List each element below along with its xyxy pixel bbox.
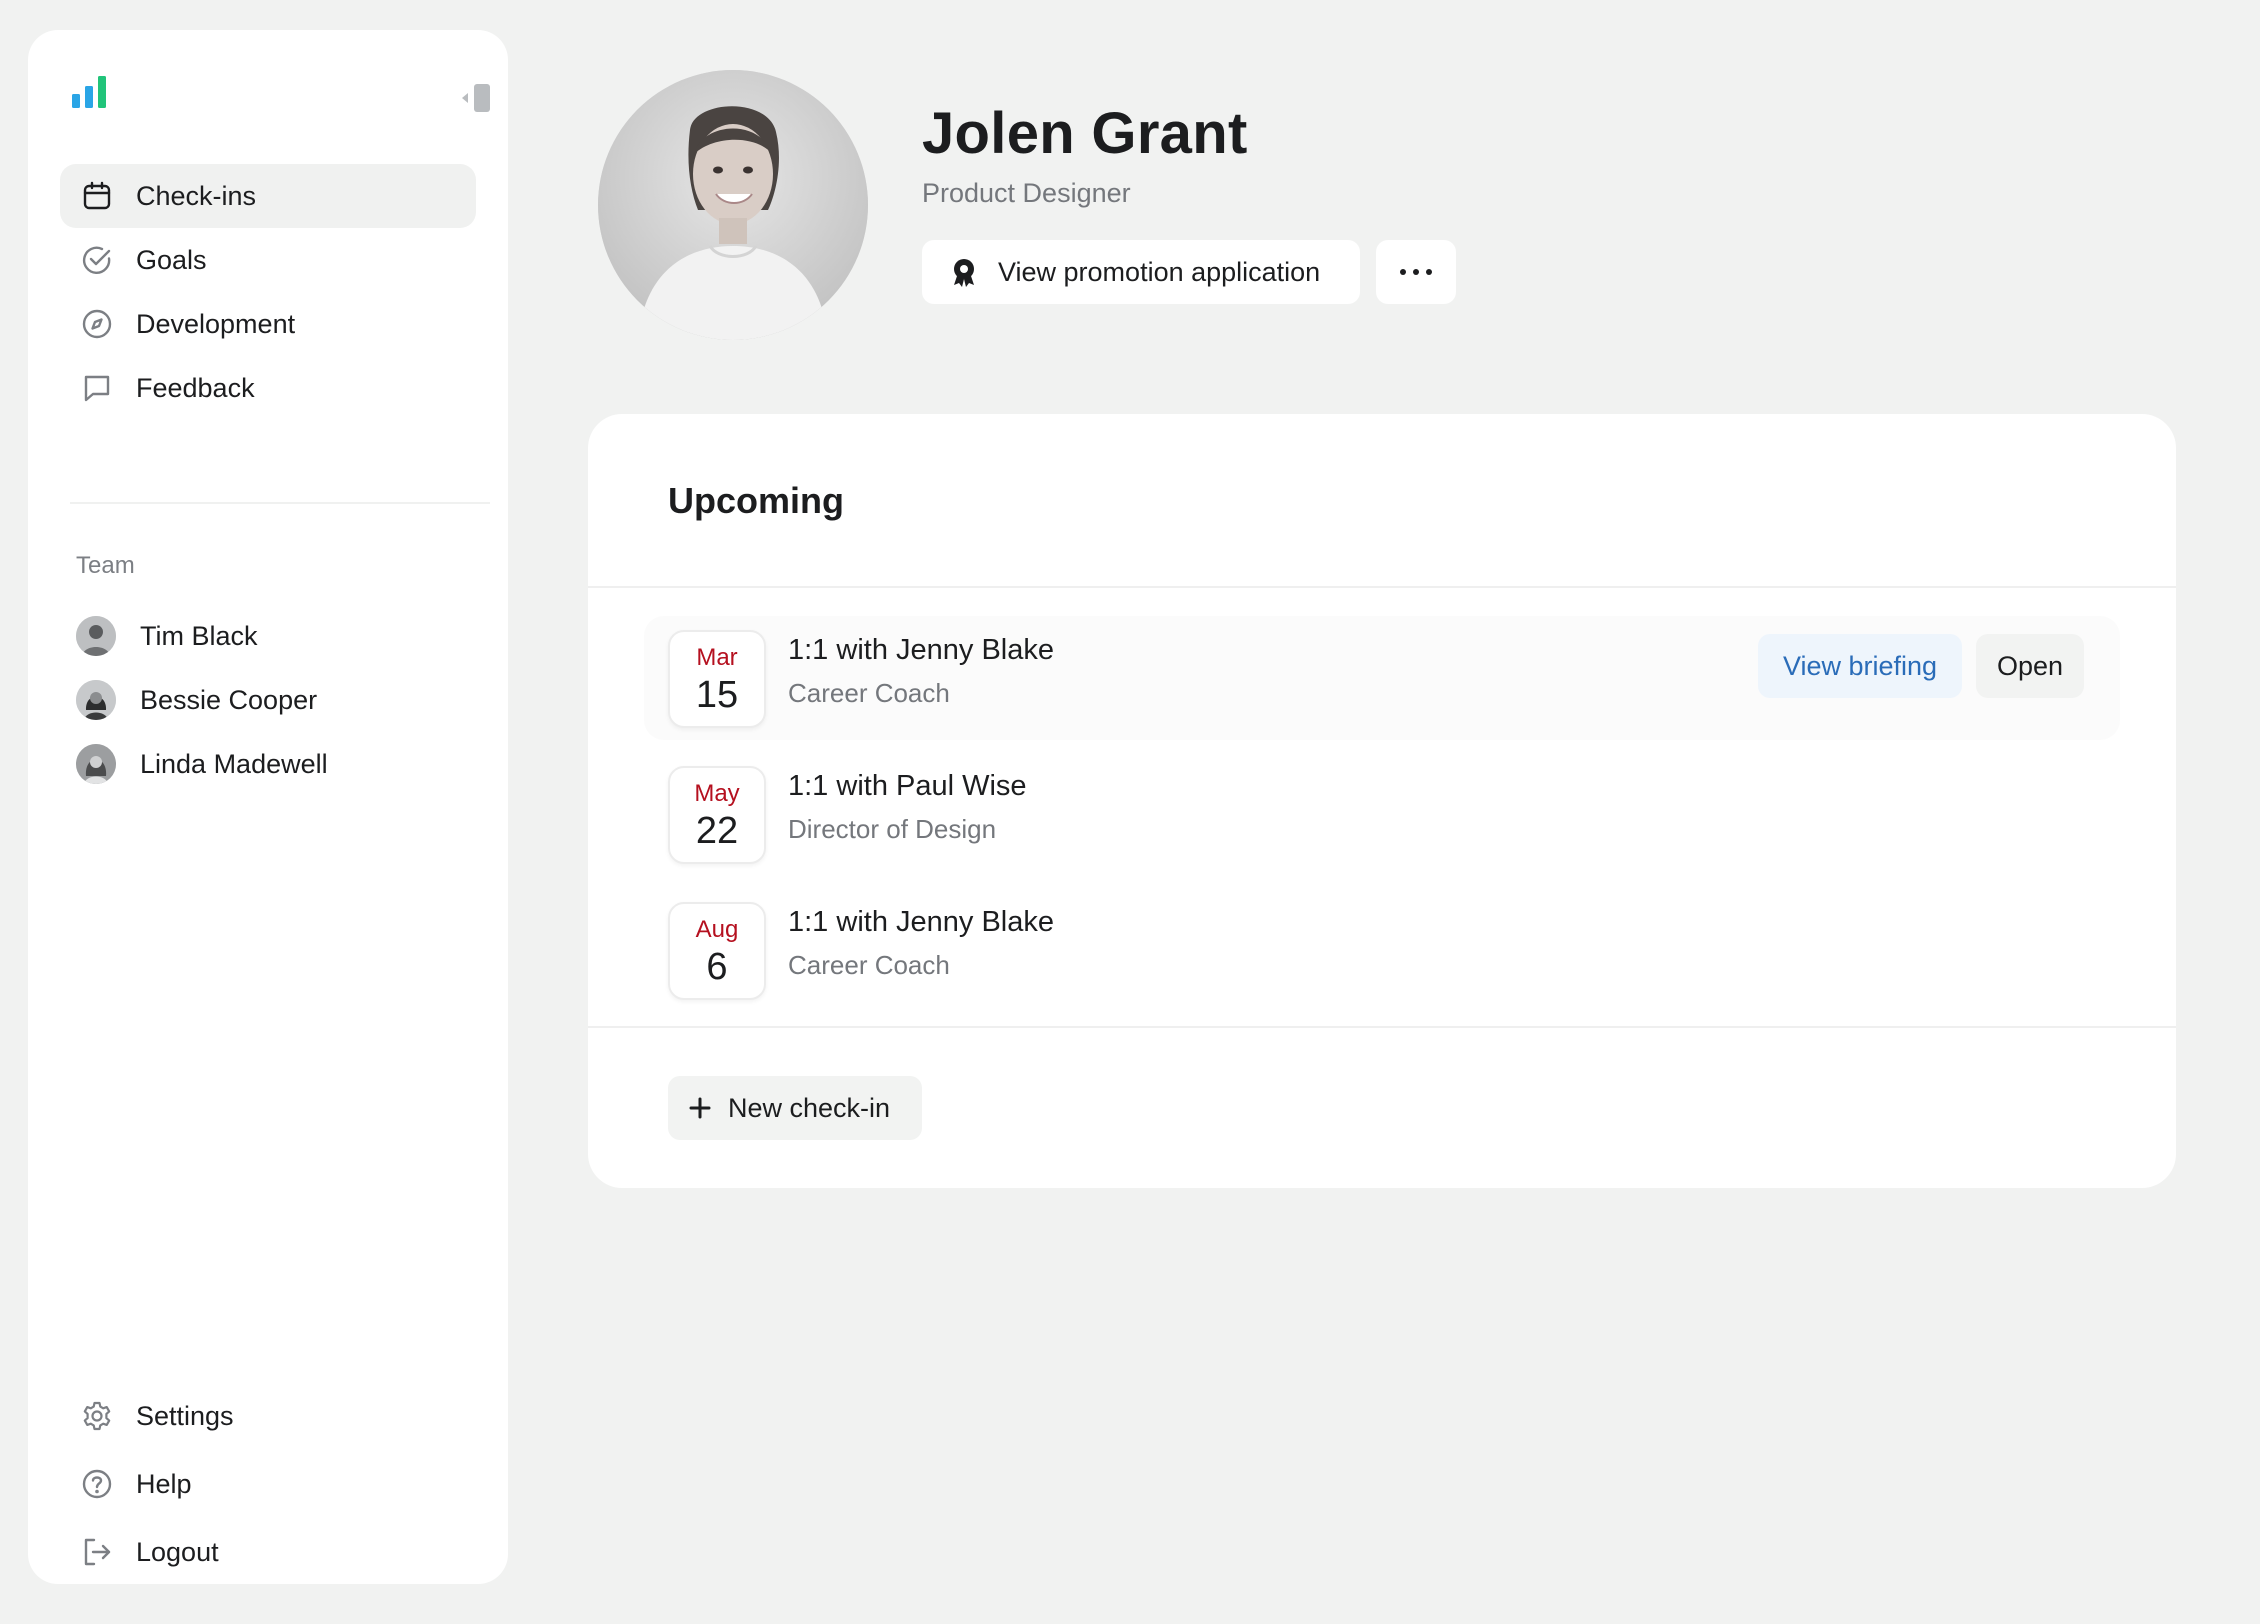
- date-badge: May 22: [668, 766, 766, 864]
- collapse-sidebar-icon[interactable]: [432, 78, 494, 118]
- avatar: [76, 680, 116, 720]
- sidebar-item-label: Check-ins: [136, 180, 257, 211]
- checkin-row[interactable]: May 22 1:1 with Paul Wise Director of De…: [644, 752, 2120, 876]
- logout-icon: [80, 1535, 114, 1569]
- avatar: [76, 616, 116, 656]
- checkin-title: 1:1 with Jenny Blake: [788, 906, 1054, 938]
- sidebar-divider: [70, 502, 490, 504]
- card-divider-bottom: [588, 1026, 2176, 1028]
- team-member-tim-black[interactable]: Tim Black: [60, 604, 476, 668]
- sidebar-item-label: Settings: [136, 1400, 234, 1431]
- sidebar-item-label: Goals: [136, 244, 207, 275]
- more-options-button[interactable]: [1376, 240, 1456, 304]
- team-member-bessie-cooper[interactable]: Bessie Cooper: [60, 668, 476, 732]
- date-day: 6: [706, 946, 728, 988]
- date-month: Aug: [695, 916, 739, 943]
- check-circle-icon: [80, 243, 114, 277]
- bottom-nav: Settings Help Logout: [60, 1382, 476, 1586]
- sidebar: Check-ins Goals Development Feedback Tea…: [28, 30, 508, 1584]
- upcoming-title: Upcoming: [668, 480, 844, 521]
- sidebar-item-logout[interactable]: Logout: [60, 1518, 476, 1586]
- chat-bubble-icon: [80, 371, 114, 405]
- sidebar-item-goals[interactable]: Goals: [60, 228, 476, 292]
- checkin-title: 1:1 with Jenny Blake: [788, 634, 1054, 666]
- compass-icon: [80, 307, 114, 341]
- sidebar-item-help[interactable]: Help: [60, 1450, 476, 1518]
- ellipsis-icon: [1400, 269, 1432, 275]
- sidebar-item-label: Development: [136, 308, 296, 339]
- view-briefing-button[interactable]: View briefing: [1758, 634, 1962, 698]
- sidebar-item-development[interactable]: Development: [60, 292, 476, 356]
- team-member-name: Linda Madewell: [140, 748, 328, 779]
- calendar-icon: [80, 179, 114, 213]
- profile-avatar: [598, 70, 868, 340]
- sidebar-item-label: Logout: [136, 1536, 219, 1567]
- plus-icon: [688, 1096, 712, 1120]
- award-ribbon-icon: [948, 256, 980, 288]
- help-icon: [80, 1467, 114, 1501]
- card-divider-top: [588, 586, 2176, 588]
- logo-bar-chart-icon: [72, 76, 106, 108]
- date-month: May: [694, 780, 740, 807]
- date-day: 22: [695, 810, 739, 852]
- main-nav: Check-ins Goals Development Feedback: [60, 164, 476, 420]
- open-button[interactable]: Open: [1976, 634, 2084, 698]
- team-member-name: Bessie Cooper: [140, 684, 318, 715]
- gear-icon: [80, 1399, 114, 1433]
- sidebar-item-feedback[interactable]: Feedback: [60, 356, 476, 420]
- team-section-label: Team: [76, 552, 135, 579]
- sidebar-item-settings[interactable]: Settings: [60, 1382, 476, 1450]
- profile-name: Jolen Grant: [922, 101, 1248, 166]
- team-member-linda-madewell[interactable]: Linda Madewell: [60, 732, 476, 796]
- checkin-title: 1:1 with Paul Wise: [788, 770, 1027, 802]
- team-list: Tim Black Bessie Cooper Linda Madewell: [60, 604, 476, 796]
- sidebar-item-label: Help: [136, 1468, 192, 1499]
- date-badge: Mar 15: [668, 630, 766, 728]
- date-month: Mar: [696, 644, 738, 671]
- sidebar-item-check-ins[interactable]: Check-ins: [60, 164, 476, 228]
- avatar: [76, 744, 116, 784]
- checkin-row[interactable]: Aug 6 1:1 with Jenny Blake Career Coach: [644, 888, 2120, 1012]
- upcoming-card: Upcoming Mar 15 1:1 with Jenny Blake Car…: [588, 414, 2176, 1188]
- checkin-subtitle: Director of Design: [788, 814, 997, 844]
- team-member-name: Tim Black: [140, 620, 258, 651]
- checkin-subtitle: Career Coach: [788, 678, 950, 708]
- sidebar-item-label: Feedback: [136, 372, 255, 403]
- view-promotion-application-button[interactable]: View promotion application: [922, 240, 1360, 304]
- date-badge: Aug 6: [668, 902, 766, 1000]
- checkin-subtitle: Career Coach: [788, 950, 950, 980]
- new-check-in-label: New check-in: [728, 1092, 891, 1123]
- checkin-row[interactable]: Mar 15 1:1 with Jenny Blake Career Coach…: [644, 616, 2120, 740]
- date-day: 15: [695, 674, 739, 716]
- new-check-in-button[interactable]: New check-in: [668, 1076, 922, 1140]
- profile-role: Product Designer: [922, 178, 1131, 208]
- promo-button-label: View promotion application: [998, 256, 1321, 287]
